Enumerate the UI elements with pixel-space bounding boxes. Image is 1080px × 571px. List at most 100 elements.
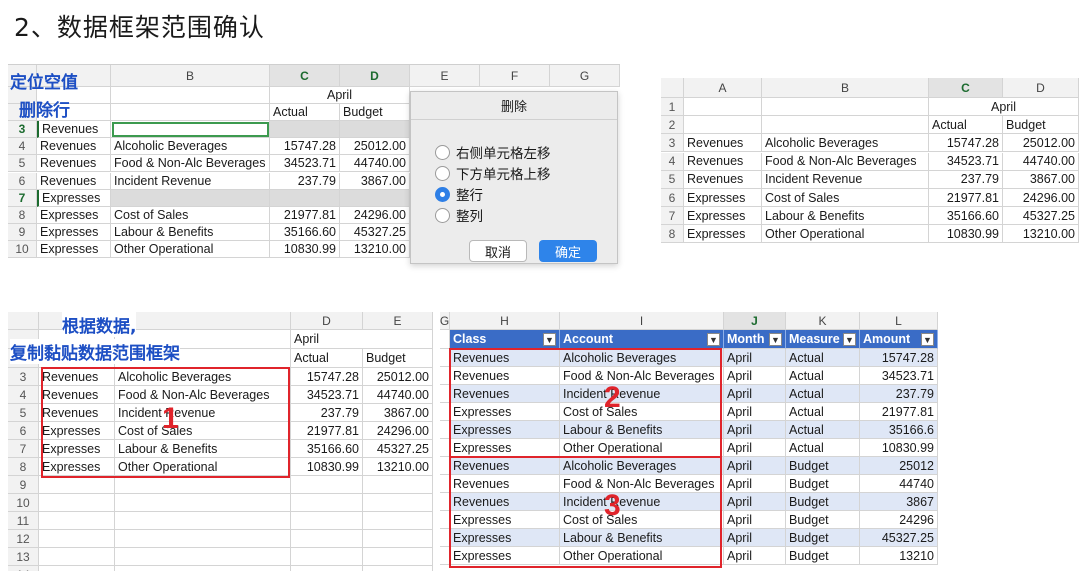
class-cell[interactable] (39, 548, 115, 566)
column-header[interactable]: G (440, 312, 450, 330)
row-number[interactable]: 8 (661, 225, 684, 244)
actual-cell[interactable] (291, 548, 363, 566)
class-cell[interactable]: Revenues (450, 475, 560, 493)
class-cell[interactable]: Revenues (684, 152, 762, 171)
option-entire-row[interactable]: 整行 (435, 184, 483, 204)
budget-cell[interactable]: 3867.00 (1003, 170, 1079, 189)
month-header[interactable]: April (270, 87, 410, 104)
column-header[interactable]: E (363, 312, 433, 330)
class-cell[interactable]: Revenues (39, 386, 115, 404)
measure-cell[interactable]: Actual (786, 403, 860, 421)
amount-cell[interactable]: 45327.25 (860, 529, 938, 547)
column-header[interactable]: B (111, 65, 270, 87)
class-cell[interactable]: Revenues (684, 170, 762, 189)
actual-cell[interactable]: 10830.99 (929, 225, 1003, 244)
cancel-button[interactable]: 取消 (469, 240, 527, 262)
row-number[interactable]: 11 (8, 512, 39, 530)
account-cell[interactable]: Cost of Sales (560, 403, 724, 421)
account-cell[interactable]: Food & Non-Alc Beverages (762, 152, 929, 171)
actual-cell[interactable]: 10830.99 (270, 241, 340, 259)
actual-header[interactable]: Actual (270, 104, 340, 121)
row-number[interactable]: 14 (8, 566, 39, 571)
radio-icon[interactable] (435, 144, 450, 160)
account-cell[interactable]: Food & Non-Alc Beverages (560, 367, 724, 385)
column-header[interactable]: K (786, 312, 860, 330)
column-header[interactable]: G (550, 65, 620, 87)
account-cell[interactable]: Alcoholic Beverages (560, 457, 724, 475)
account-cell[interactable]: Labour & Benefits (111, 224, 270, 242)
account-cell[interactable]: Labour & Benefits (560, 529, 724, 547)
budget-header[interactable]: Budget (1003, 116, 1079, 135)
class-cell[interactable]: Expresses (39, 440, 115, 458)
amount-cell[interactable]: 237.79 (860, 385, 938, 403)
row-number[interactable]: 2 (661, 116, 684, 135)
option-entire-column[interactable]: 整列 (435, 205, 483, 225)
column-header[interactable]: D (340, 65, 410, 87)
actual-cell[interactable]: 10830.99 (291, 458, 363, 476)
measure-header[interactable]: Measure ▼ (786, 330, 860, 349)
account-cell[interactable] (115, 548, 291, 566)
account-cell[interactable]: Incident Revenue (762, 170, 929, 189)
class-cell[interactable] (684, 98, 762, 116)
class-cell[interactable]: Revenues (37, 172, 111, 190)
actual-cell[interactable]: 15747.28 (929, 134, 1003, 153)
class-cell[interactable] (39, 530, 115, 548)
account-cell[interactable]: Other Operational (115, 458, 291, 476)
row-number[interactable]: 3 (8, 368, 39, 386)
actual-cell[interactable] (291, 512, 363, 530)
month-header[interactable]: April (929, 98, 1079, 116)
row-number[interactable]: 6 (8, 172, 37, 190)
account-cell[interactable]: Alcoholic Beverages (762, 134, 929, 153)
month-cell[interactable]: April (724, 421, 786, 439)
month-header[interactable]: April (291, 330, 433, 349)
month-cell[interactable]: April (724, 511, 786, 529)
actual-cell[interactable] (291, 494, 363, 512)
budget-cell[interactable] (363, 494, 433, 512)
radio-icon[interactable] (435, 165, 450, 181)
account-cell[interactable]: Incident Revenue (111, 172, 270, 190)
account-cell[interactable]: Food & Non-Alc Beverages (115, 386, 291, 404)
month-cell[interactable]: April (724, 403, 786, 421)
measure-cell[interactable]: Budget (786, 475, 860, 493)
class-cell[interactable]: Revenues (450, 457, 560, 475)
account-cell[interactable]: Other Operational (560, 547, 724, 565)
amount-cell[interactable]: 21977.81 (860, 403, 938, 421)
actual-cell[interactable]: 35166.60 (291, 440, 363, 458)
amount-cell[interactable]: 25012 (860, 457, 938, 475)
account-cell[interactable]: Labour & Benefits (115, 440, 291, 458)
account-cell[interactable]: Food & Non-Alc Beverages (111, 155, 270, 173)
budget-cell[interactable]: 44740.00 (363, 386, 433, 404)
budget-cell[interactable] (363, 476, 433, 494)
account-cell[interactable]: Cost of Sales (111, 207, 270, 224)
column-header[interactable]: D (1003, 78, 1079, 98)
class-cell[interactable]: Expresses (37, 207, 111, 224)
row-number[interactable]: 12 (8, 530, 39, 548)
actual-header[interactable]: Actual (291, 349, 363, 368)
actual-cell[interactable]: 34523.71 (929, 152, 1003, 171)
row-number[interactable]: 7 (8, 440, 39, 458)
class-cell[interactable]: Revenues (450, 385, 560, 403)
actual-cell[interactable]: 237.79 (270, 172, 340, 190)
actual-cell[interactable]: 21977.81 (270, 207, 340, 224)
account-cell[interactable]: Incident Revenue (115, 404, 291, 422)
measure-cell[interactable]: Budget (786, 493, 860, 511)
account-cell[interactable]: Other Operational (111, 241, 270, 259)
budget-cell[interactable]: 45327.25 (340, 224, 410, 242)
month-cell[interactable]: April (724, 529, 786, 547)
account-cell[interactable]: Cost of Sales (115, 422, 291, 440)
amount-cell[interactable]: 3867 (860, 493, 938, 511)
actual-cell[interactable]: 15747.28 (270, 138, 340, 156)
account-cell[interactable]: Alcoholic Beverages (560, 349, 724, 367)
budget-cell[interactable] (363, 530, 433, 548)
row-number[interactable]: 9 (8, 224, 37, 242)
radio-selected-icon[interactable] (435, 186, 450, 202)
budget-cell[interactable] (363, 548, 433, 566)
column-header[interactable]: A (684, 78, 762, 98)
column-header[interactable]: I (560, 312, 724, 330)
account-cell[interactable]: Labour & Benefits (560, 421, 724, 439)
budget-cell[interactable]: 25012.00 (340, 138, 410, 156)
class-cell[interactable]: Expresses (450, 403, 560, 421)
class-cell[interactable]: Expresses (39, 458, 115, 476)
month-cell[interactable]: April (724, 475, 786, 493)
class-cell[interactable]: Expresses (39, 422, 115, 440)
